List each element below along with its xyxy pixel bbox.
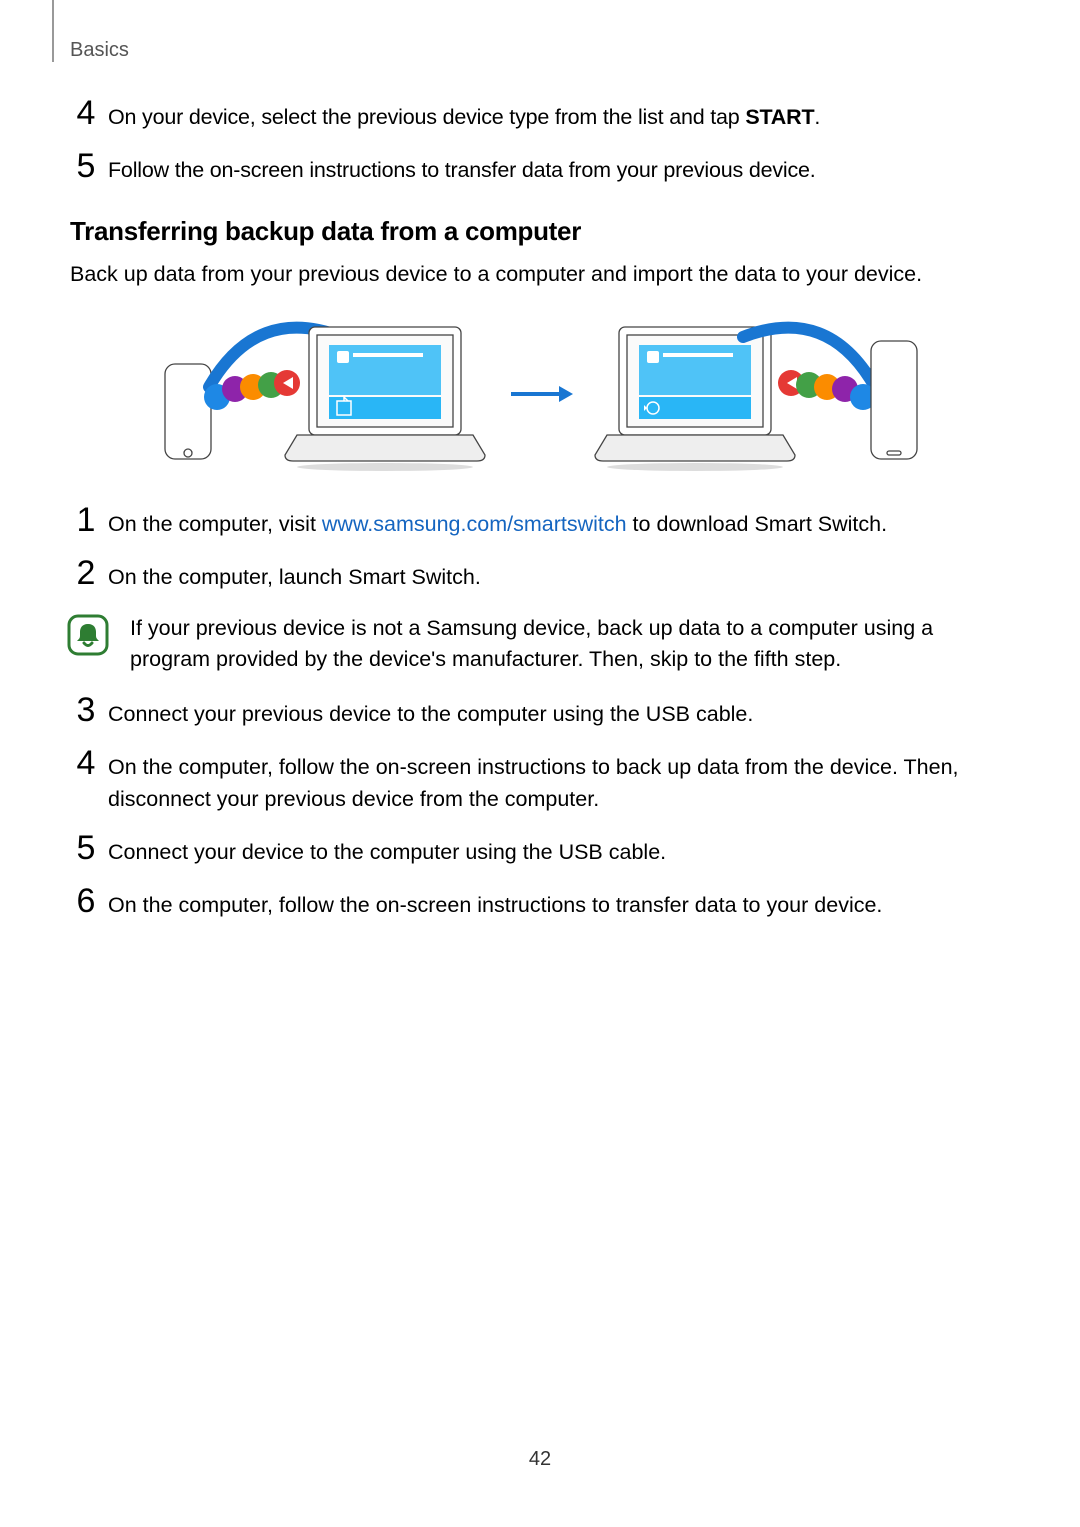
- step-row: 6 On the computer, follow the on-screen …: [70, 888, 1010, 921]
- step-text: Follow the on-screen instructions to tra…: [102, 153, 816, 186]
- subheading: Transferring backup data from a computer: [70, 216, 1010, 247]
- step-number: 2: [70, 556, 102, 590]
- step-text-bold: START: [745, 105, 814, 129]
- step-number: 3: [70, 693, 102, 727]
- page-content: 4 On your device, select the previous de…: [70, 0, 1010, 921]
- section-header: Basics: [70, 39, 129, 62]
- step-row: 1 On the computer, visit www.samsung.com…: [70, 507, 1010, 540]
- step-number: 1: [70, 503, 102, 537]
- step-text-pre: On your device, select the previous devi…: [108, 105, 745, 129]
- step-text: On the computer, launch Smart Switch.: [102, 560, 481, 593]
- step-number: 4: [70, 96, 102, 130]
- note-icon: [66, 613, 110, 657]
- step-row: 4 On the computer, follow the on-screen …: [70, 750, 1010, 814]
- hyperlink[interactable]: www.samsung.com/smartswitch: [322, 512, 627, 536]
- step-number: 4: [70, 746, 102, 780]
- illustration-restore: [593, 309, 933, 479]
- intro-paragraph: Back up data from your previous device t…: [70, 259, 1010, 290]
- header-divider: [52, 0, 54, 62]
- step-text: On the computer, visit www.samsung.com/s…: [102, 507, 887, 540]
- step-row: 2 On the computer, launch Smart Switch.: [70, 560, 1010, 593]
- illustration-row: [70, 309, 1010, 479]
- step-text-pre: On the computer, visit: [108, 512, 322, 536]
- step-number: 6: [70, 884, 102, 918]
- step-text-post: .: [814, 105, 820, 129]
- page-number: 42: [0, 1448, 1080, 1471]
- step-row: 5 Connect your device to the computer us…: [70, 835, 1010, 868]
- step-row: 4 On your device, select the previous de…: [70, 100, 1010, 133]
- arrow-icon: [505, 374, 575, 414]
- step-text: On your device, select the previous devi…: [102, 100, 820, 133]
- step-text: Connect your previous device to the comp…: [102, 697, 753, 730]
- step-text-post: to download Smart Switch.: [627, 512, 888, 536]
- step-row: 3 Connect your previous device to the co…: [70, 697, 1010, 730]
- step-text: Connect your device to the computer usin…: [102, 835, 666, 868]
- step-row: 5 Follow the on-screen instructions to t…: [70, 153, 1010, 186]
- note-text: If your previous device is not a Samsung…: [130, 613, 1010, 675]
- step-number: 5: [70, 149, 102, 183]
- step-number: 5: [70, 831, 102, 865]
- document-page: Basics 4 On your device, select the prev…: [0, 0, 1080, 1527]
- illustration-backup: [147, 309, 487, 479]
- step-text: On the computer, follow the on-screen in…: [102, 888, 882, 921]
- step-text: On the computer, follow the on-screen in…: [102, 750, 1010, 814]
- note-block: If your previous device is not a Samsung…: [70, 613, 1010, 675]
